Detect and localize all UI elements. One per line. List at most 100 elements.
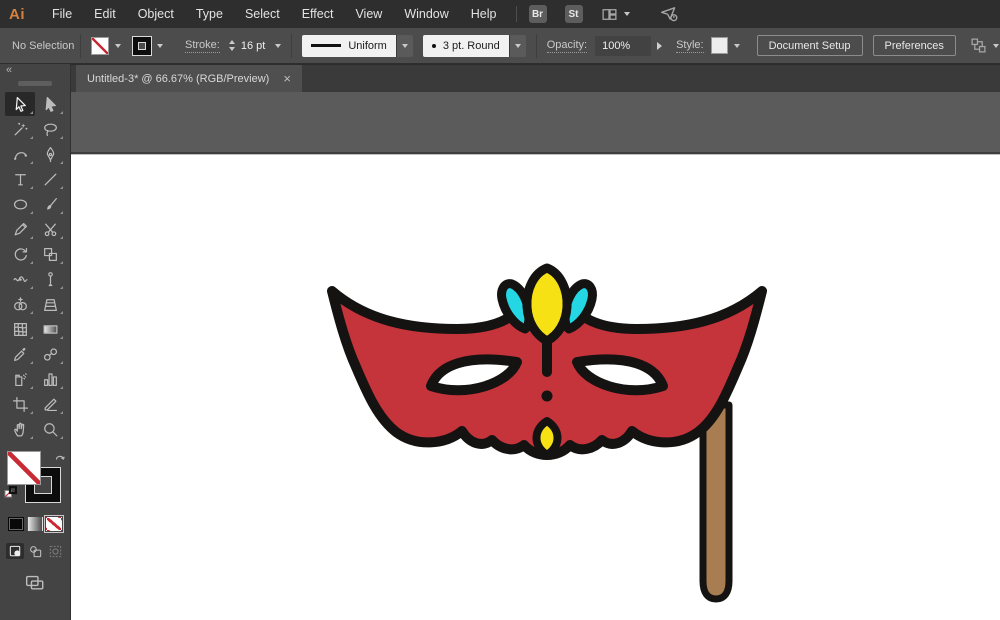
control-separator (536, 34, 537, 58)
tools-panel: « (0, 64, 71, 620)
fill-color-swatch[interactable] (91, 37, 109, 55)
control-separator (80, 34, 81, 58)
width-profile-chevron[interactable] (396, 35, 413, 57)
stroke-width-chevron-icon[interactable] (275, 44, 281, 48)
draw-normal-icon[interactable] (6, 543, 24, 559)
stroke-width-stepper[interactable] (229, 40, 235, 51)
tool-selection[interactable] (5, 92, 35, 116)
panel-collapse-button[interactable]: « (0, 64, 70, 79)
tool-scale[interactable] (35, 242, 65, 266)
bottom-drop[interactable] (536, 421, 557, 455)
badge-st[interactable]: St (565, 5, 583, 23)
arrange-icon[interactable] (970, 37, 987, 54)
menu-item-view[interactable]: View (344, 0, 393, 28)
draw-inside-icon[interactable] (46, 543, 64, 559)
tool-line-segment[interactable] (35, 167, 65, 191)
tool-slice[interactable] (35, 392, 65, 416)
tool-blend[interactable] (35, 342, 65, 366)
tool-lasso[interactable] (35, 117, 65, 141)
badge-br[interactable]: Br (529, 5, 547, 23)
color-button[interactable] (8, 517, 24, 531)
document-tab-strip: Untitled-3* @ 66.67% (RGB/Preview) × (71, 64, 1000, 92)
stroke-color-swatch[interactable] (133, 37, 151, 55)
stroke-label[interactable]: Stroke: (185, 39, 220, 53)
brush-value: 3 pt. Round (443, 40, 500, 52)
document-tab-title: Untitled-3* @ 66.67% (RGB/Preview) (87, 73, 269, 85)
plume-center-feather[interactable] (527, 268, 567, 341)
gradient-button[interactable] (27, 517, 43, 531)
workspace-chevron-icon[interactable] (624, 12, 630, 16)
preferences-button[interactable]: Preferences (873, 35, 956, 56)
tool-direct-selection[interactable] (35, 92, 65, 116)
brush-dropdown[interactable]: 3 pt. Round (423, 35, 509, 57)
tool-scissors[interactable] (35, 217, 65, 241)
tool-zoom[interactable] (35, 417, 65, 441)
center-ornament-dot[interactable] (542, 391, 553, 402)
menu-item-object[interactable]: Object (127, 0, 185, 28)
swap-fill-stroke-icon[interactable] (54, 451, 66, 469)
screen-mode-button[interactable] (0, 573, 70, 592)
width-profile-dropdown[interactable]: Uniform (302, 35, 396, 57)
menu-item-edit[interactable]: Edit (83, 0, 127, 28)
tool-hand[interactable] (5, 417, 35, 441)
tool-pen[interactable] (35, 142, 65, 166)
menu-item-type[interactable]: Type (185, 0, 234, 28)
tool-width[interactable] (5, 267, 35, 291)
tool-type[interactable] (5, 167, 35, 191)
tool-curvature[interactable] (5, 142, 35, 166)
menu-item-effect[interactable]: Effect (291, 0, 345, 28)
none-button[interactable] (46, 517, 62, 531)
stroke-chevron-icon[interactable] (157, 44, 163, 48)
menu-item-file[interactable]: File (41, 0, 83, 28)
control-separator (291, 34, 292, 58)
tool-artboard[interactable] (5, 392, 35, 416)
document-setup-button[interactable]: Document Setup (757, 35, 863, 56)
tool-rotate[interactable] (5, 242, 35, 266)
stroke-width-value[interactable]: 16 pt (241, 40, 265, 52)
tool-magic-wand[interactable] (5, 117, 35, 141)
control-bar: No Selection Stroke: 16 pt Uniform 3 pt.… (0, 28, 1000, 64)
tool-gradient[interactable] (35, 317, 65, 341)
style-chevron-icon[interactable] (734, 44, 740, 48)
tab-close-icon[interactable]: × (283, 72, 291, 85)
opacity-label[interactable]: Opacity: (547, 39, 587, 53)
mask-stick[interactable] (703, 405, 729, 599)
fill-chevron-icon[interactable] (115, 44, 121, 48)
tool-mesh[interactable] (5, 317, 35, 341)
workspace-switcher-icon[interactable] (601, 6, 618, 23)
document-tab[interactable]: Untitled-3* @ 66.67% (RGB/Preview) × (76, 65, 302, 92)
drawing-mode-buttons (0, 543, 70, 559)
arrange-chevron-icon[interactable] (993, 44, 999, 48)
selection-status: No Selection (12, 40, 80, 52)
opacity-field[interactable]: 100% (595, 36, 651, 56)
opacity-arrow-icon[interactable] (657, 42, 662, 50)
draw-behind-icon[interactable] (26, 543, 44, 559)
stepper-down-icon[interactable] (229, 47, 235, 51)
tool-paintbrush[interactable] (35, 192, 65, 216)
fill-proxy-swatch[interactable] (7, 451, 41, 485)
tool-shaper[interactable] (5, 217, 35, 241)
tool-perspective-grid[interactable] (35, 292, 65, 316)
canvas-pasteboard[interactable] (71, 92, 1000, 620)
menu-separator (516, 6, 517, 22)
menu-item-select[interactable]: Select (234, 0, 291, 28)
stepper-up-icon[interactable] (229, 40, 235, 44)
tool-eyedropper[interactable] (5, 342, 35, 366)
tool-column-graph[interactable] (35, 367, 65, 391)
tool-puppet-warp[interactable] (35, 267, 65, 291)
style-label[interactable]: Style: (676, 39, 704, 53)
tool-grid (0, 92, 70, 441)
tool-shape-builder[interactable] (5, 292, 35, 316)
share-icon[interactable] (660, 5, 678, 23)
tool-ellipse[interactable] (5, 192, 35, 216)
panel-drag-handle[interactable] (18, 81, 52, 86)
tool-symbol-sprayer[interactable] (5, 367, 35, 391)
menu-item-window[interactable]: Window (393, 0, 459, 28)
opacity-value: 100% (602, 40, 630, 52)
brush-chevron[interactable] (509, 35, 526, 57)
style-swatch[interactable] (711, 37, 728, 54)
default-fill-stroke-icon[interactable] (4, 486, 17, 504)
artwork-masquerade-mask[interactable] (319, 255, 779, 605)
width-profile-value: Uniform (348, 40, 387, 52)
menu-item-help[interactable]: Help (460, 0, 508, 28)
